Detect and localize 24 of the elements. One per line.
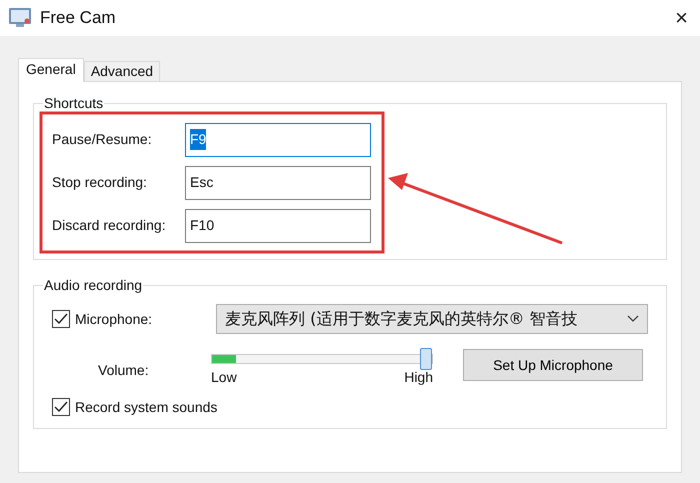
tab[interactable]: General [18, 58, 84, 82]
checkbox-label: Microphone: [75, 310, 152, 329]
field-label: Stop recording: [52, 173, 148, 192]
group-title: Shortcuts [43, 96, 104, 110]
monitor-icon [8, 7, 32, 29]
checkbox-label: Record system sounds [75, 398, 218, 417]
setup-button[interactable]: Set Up Microphone [463, 349, 643, 381]
slider-thumb[interactable] [420, 348, 432, 370]
shortcut-field[interactable]: Esc [185, 166, 371, 200]
group-title: Audio recording [43, 278, 144, 292]
checkbox[interactable] [52, 310, 70, 328]
chevron-down-icon [627, 315, 639, 323]
tick-label: Low [211, 370, 237, 384]
checkbox[interactable] [52, 398, 70, 416]
field-label: Discard recording: [52, 216, 167, 235]
tab[interactable]: Advanced [84, 61, 160, 81]
close-button[interactable]: × [671, 7, 692, 29]
field-label: Pause/Resume: [52, 130, 153, 149]
window-title: Free Cam [40, 7, 116, 30]
shortcut-field[interactable]: F9 [185, 122, 371, 156]
device-dropdown[interactable]: 麦克风阵列 (适用于数字麦克风的英特尔® 智音技 [216, 304, 648, 334]
volume-label: Volume: [98, 361, 150, 380]
shortcut-field[interactable]: F10 [185, 208, 371, 242]
tick-label: High [404, 370, 433, 384]
